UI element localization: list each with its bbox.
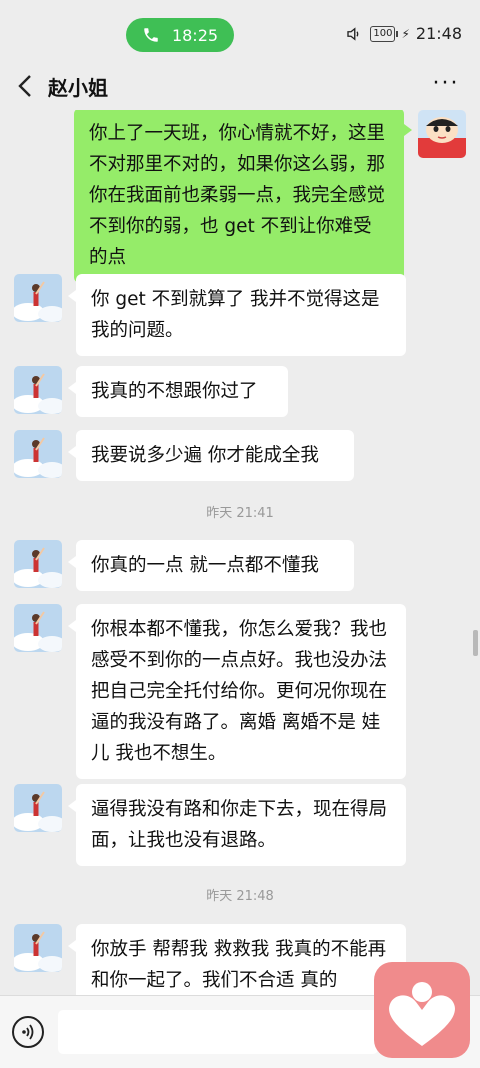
contact-avatar-image — [14, 604, 62, 652]
timestamp: 昨天 21:48 — [206, 889, 274, 904]
avatar-contact[interactable] — [14, 366, 62, 414]
chat-header: 赵小姐 ··· — [0, 62, 480, 110]
avatar-contact[interactable] — [14, 274, 62, 322]
message-bubble[interactable]: 我真的不想跟你过了 — [68, 366, 288, 417]
floating-heart-app-button[interactable] — [374, 962, 470, 1058]
contact-avatar-image — [14, 430, 62, 478]
message-bubble[interactable]: 我要说多少遍 你才能成全我 — [68, 430, 354, 481]
chat-title: 赵小姐 — [48, 76, 108, 100]
contact-avatar-image — [14, 540, 62, 588]
avatar-contact[interactable] — [14, 924, 62, 972]
message-bubble[interactable]: 你放手 帮帮我 救救我 我真的不能再和你一起了。我们不合适 真的 — [68, 924, 406, 995]
message-bubble[interactable]: 你真的一点 就一点都不懂我 — [68, 540, 354, 591]
message-list[interactable]: 你上了一天班，你心情就不好，这里不对那里不对的，如果你这么弱，那你在我面前也柔弱… — [0, 110, 480, 995]
charging-icon: ⚡ — [401, 26, 410, 41]
voice-input-button[interactable] — [12, 1016, 44, 1048]
call-duration: 18:25 — [171, 25, 219, 45]
clock: 21:48 — [415, 24, 462, 43]
back-button[interactable] — [10, 70, 42, 102]
heart-app-icon — [389, 982, 455, 1046]
phone-icon — [144, 28, 158, 42]
status-indicators: 100 ⚡ 21:48 — [344, 24, 462, 43]
scrollbar-thumb[interactable] — [473, 630, 478, 656]
contact-avatar-image — [14, 924, 62, 972]
avatar-contact[interactable] — [14, 540, 62, 588]
contact-avatar-image — [14, 784, 62, 832]
battery-icon: 100 — [370, 25, 399, 42]
crayon-shin-avatar-image — [418, 110, 466, 158]
timestamp: 昨天 21:41 — [206, 506, 274, 521]
contact-avatar-image — [14, 366, 62, 414]
message-text-input[interactable] — [58, 1010, 378, 1054]
status-bar: 18:25 100 ⚡ 21:48 — [0, 0, 480, 66]
ongoing-call-pill[interactable]: 18:25 — [126, 18, 234, 52]
message-bubble[interactable]: 逼得我没有路和你走下去，现在得局面，让我也没有退路。 — [68, 784, 406, 866]
message-bubble[interactable]: 你根本都不懂我，你怎么爱我？我也感受不到你的一点点好。我也没办法把自己完全托付给… — [68, 604, 406, 779]
message-bubble[interactable]: 你上了一天班，你心情就不好，这里不对那里不对的，如果你这么弱，那你在我面前也柔弱… — [74, 110, 412, 283]
voice-icon — [22, 1024, 34, 1040]
avatar-contact[interactable] — [14, 784, 62, 832]
avatar-self[interactable] — [418, 110, 466, 158]
message-bubble[interactable]: 你 get 不到就算了 我并不觉得这是我的问题。 — [68, 274, 406, 356]
more-icon[interactable]: ··· — [428, 66, 464, 102]
avatar-contact[interactable] — [14, 430, 62, 478]
back-icon — [18, 75, 31, 97]
contact-avatar-image — [14, 274, 62, 322]
avatar-contact[interactable] — [14, 604, 62, 652]
volume-icon — [347, 26, 359, 41]
